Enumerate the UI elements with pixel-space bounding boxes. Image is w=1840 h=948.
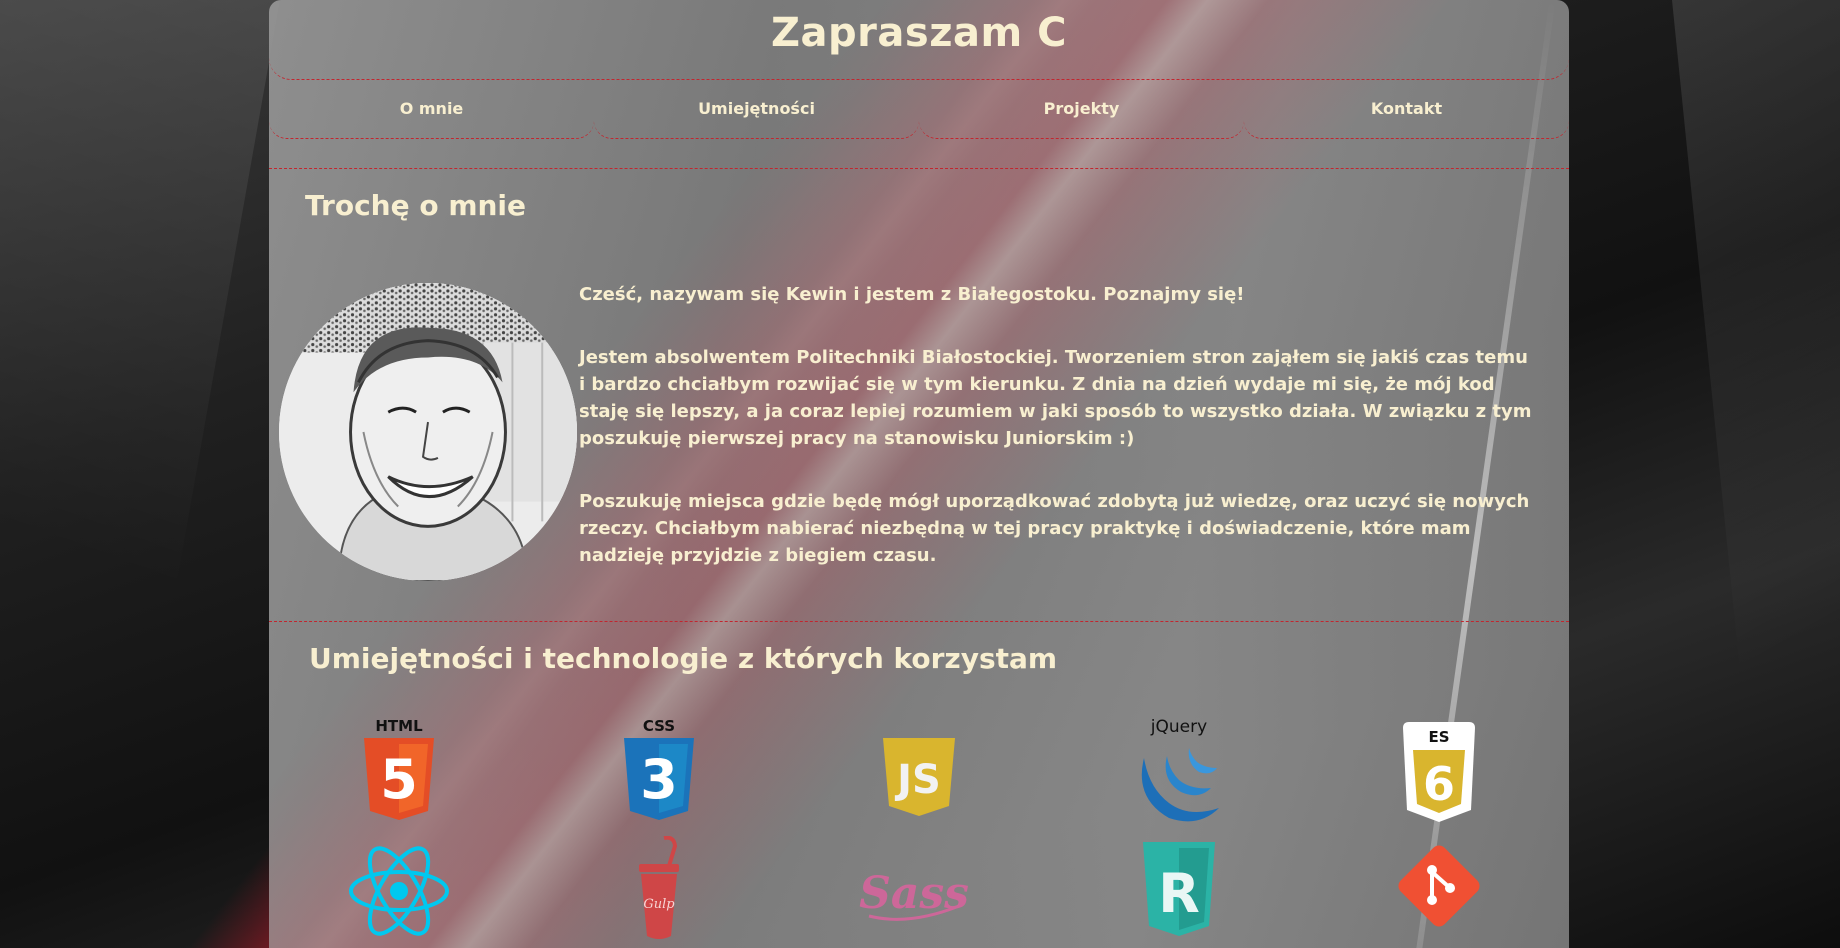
svg-text:6: 6 bbox=[1423, 757, 1455, 811]
about-heading: Trochę o mnie bbox=[305, 189, 527, 222]
svg-text:jQuery: jQuery bbox=[1150, 718, 1207, 737]
main-panel: Zapraszam C O mnie Umiejętności Projekty… bbox=[269, 0, 1569, 948]
jquery-icon: jQuery bbox=[1124, 718, 1234, 828]
svg-text:5: 5 bbox=[380, 748, 418, 811]
rwd-icon: R bbox=[1124, 836, 1234, 946]
html5-icon: HTML 5 bbox=[344, 718, 454, 828]
svg-text:R: R bbox=[1158, 862, 1200, 925]
nav-item-about[interactable]: O mnie bbox=[269, 80, 594, 139]
about-text: Cześć, nazywam się Kewin i jestem z Biał… bbox=[579, 281, 1534, 605]
svg-text:JS: JS bbox=[894, 757, 941, 803]
svg-text:3: 3 bbox=[640, 748, 678, 811]
section-divider bbox=[269, 168, 1569, 169]
title-divider bbox=[269, 55, 1569, 80]
site-title: Zapraszam C bbox=[771, 10, 1067, 56]
javascript-icon: JS bbox=[864, 718, 974, 828]
nav-item-projects[interactable]: Projekty bbox=[919, 80, 1244, 139]
svg-text:Sass: Sass bbox=[859, 868, 969, 919]
nav-item-contact[interactable]: Kontakt bbox=[1244, 80, 1569, 139]
svg-text:ES: ES bbox=[1428, 728, 1449, 746]
skills-heading: Umiejętności i technologie z których kor… bbox=[309, 642, 1058, 675]
about-paragraph: Cześć, nazywam się Kewin i jestem z Biał… bbox=[579, 284, 1245, 305]
css3-icon: CSS 3 bbox=[604, 718, 714, 828]
profile-photo bbox=[279, 283, 577, 581]
svg-text:CSS: CSS bbox=[643, 718, 675, 735]
es6-icon: ES 6 bbox=[1384, 718, 1494, 828]
about-paragraph: Poszukuję miejsca gdzie będę mógł uporzą… bbox=[579, 491, 1530, 566]
git-icon bbox=[1384, 836, 1494, 946]
svg-text:HTML: HTML bbox=[375, 718, 423, 735]
section-divider bbox=[269, 621, 1569, 622]
nav-item-skills[interactable]: Umiejętności bbox=[594, 80, 919, 139]
about-paragraph: Jestem absolwentem Politechniki Białosto… bbox=[579, 347, 1532, 449]
sass-icon: Sass bbox=[859, 836, 969, 946]
react-icon bbox=[344, 836, 454, 946]
svg-text:Gulp: Gulp bbox=[643, 897, 675, 912]
main-nav: O mnie Umiejętności Projekty Kontakt bbox=[269, 80, 1569, 139]
gulp-icon: Gulp bbox=[604, 836, 714, 946]
